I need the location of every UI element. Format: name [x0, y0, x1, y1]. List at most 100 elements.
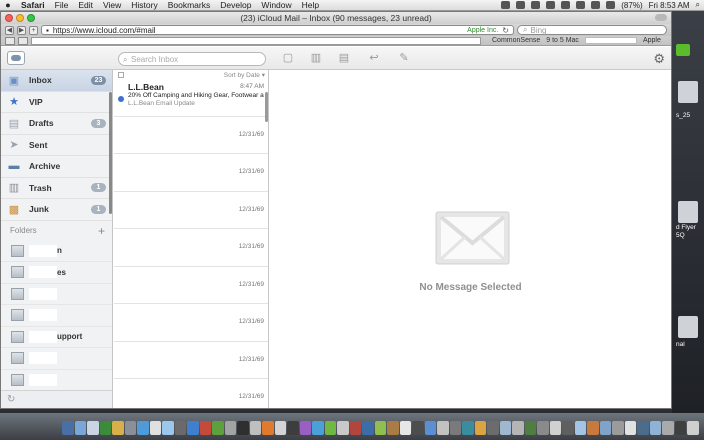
dock-app-icon[interactable]: [287, 421, 299, 435]
dock-app-icon[interactable]: [687, 421, 699, 435]
bookmark-blank[interactable]: [584, 37, 637, 44]
message-item[interactable]: 12/31/69: [114, 304, 268, 342]
mailbox-inbox[interactable]: ▣ Inbox 23: [1, 70, 112, 92]
reload-icon[interactable]: ↻: [502, 26, 509, 35]
menu-app-safari[interactable]: Safari: [16, 0, 50, 10]
message-item[interactable]: L.L.Bean 8:47 AM 20% Off Camping and Hik…: [114, 79, 268, 117]
desktop-file-icon[interactable]: [678, 81, 698, 103]
status-icon[interactable]: [516, 1, 526, 9]
select-all-checkbox[interactable]: [118, 71, 124, 78]
dock-app-icon[interactable]: [274, 421, 286, 435]
dock-app-icon[interactable]: [662, 421, 674, 435]
dock-app-icon[interactable]: [637, 421, 649, 435]
wifi-icon[interactable]: [576, 1, 586, 9]
dock-app-icon[interactable]: [474, 421, 486, 435]
dock-app-icon[interactable]: [624, 421, 636, 435]
dock-app-icon[interactable]: [424, 421, 436, 435]
dock-app-icon[interactable]: [99, 421, 111, 435]
dock-app-icon[interactable]: [312, 421, 324, 435]
dock-app-icon[interactable]: [337, 421, 349, 435]
gear-icon[interactable]: ⚙: [653, 51, 665, 67]
mailbox-sent[interactable]: ➤ Sent: [1, 135, 112, 156]
mail-search-input[interactable]: ⌕ Search Inbox: [118, 52, 266, 66]
top-sites-icon[interactable]: [18, 36, 28, 45]
dock-app-icon[interactable]: [499, 421, 511, 435]
dock-app-icon[interactable]: [187, 421, 199, 435]
mailbox-junk[interactable]: ▩ Junk 1: [1, 199, 112, 221]
dock-app-icon[interactable]: [549, 421, 561, 435]
menu-file[interactable]: File: [50, 0, 74, 10]
compose-icon[interactable]: ✎: [398, 52, 410, 64]
status-icon[interactable]: [501, 1, 511, 9]
dock-app-icon[interactable]: [62, 421, 74, 435]
desktop-file-icon[interactable]: [678, 201, 698, 223]
menu-edit[interactable]: Edit: [73, 0, 98, 10]
dock-app-icon[interactable]: [587, 421, 599, 435]
battery-icon[interactable]: [606, 1, 616, 9]
desktop-app-icon[interactable]: [676, 44, 690, 56]
folder-item[interactable]: [1, 348, 112, 370]
dock-app-icon[interactable]: [399, 421, 411, 435]
dock-app-icon[interactable]: [199, 421, 211, 435]
dock-app-icon[interactable]: [237, 421, 249, 435]
folder-item[interactable]: es: [1, 262, 112, 284]
zoom-button[interactable]: [27, 14, 35, 22]
menu-view[interactable]: View: [98, 0, 126, 10]
reading-list-icon[interactable]: [5, 36, 15, 45]
move-to-folder-icon[interactable]: ▢: [282, 52, 294, 64]
dock-app-icon[interactable]: [87, 421, 99, 435]
dock-app-icon[interactable]: [674, 421, 686, 435]
menu-help[interactable]: Help: [297, 0, 324, 10]
message-item[interactable]: 12/31/69: [114, 192, 268, 229]
dock-app-icon[interactable]: [437, 421, 449, 435]
dock-app-icon[interactable]: [562, 421, 574, 435]
dock-app-icon[interactable]: [174, 421, 186, 435]
dock-app-icon[interactable]: [137, 421, 149, 435]
url-text[interactable]: https://www.icloud.com/#mail: [53, 26, 463, 35]
close-button[interactable]: [5, 14, 13, 22]
volume-icon[interactable]: [591, 1, 601, 9]
forward-button[interactable]: ▶: [17, 25, 26, 35]
address-bar[interactable]: ▪ https://www.icloud.com/#mail Apple Inc…: [41, 25, 514, 35]
toolbar-toggle-button[interactable]: [655, 14, 667, 21]
dock-app-icon[interactable]: [487, 421, 499, 435]
add-bookmark-button[interactable]: +: [29, 25, 38, 35]
message-item[interactable]: 12/31/69: [114, 154, 268, 192]
dock-app-icon[interactable]: [537, 421, 549, 435]
mailbox-drafts[interactable]: ▤ Drafts 3: [1, 113, 112, 135]
sidebar-scrollbar[interactable]: [109, 92, 112, 214]
sort-menu[interactable]: Sort by Date ▾: [224, 71, 265, 79]
reply-icon[interactable]: ↩: [368, 52, 380, 64]
dock-app-icon[interactable]: [212, 421, 224, 435]
spotlight-icon[interactable]: ⌕: [696, 0, 700, 10]
dock-app-icon[interactable]: [324, 421, 336, 435]
desktop-file-icon[interactable]: [678, 316, 698, 338]
dock-app-icon[interactable]: [449, 421, 461, 435]
title-bar[interactable]: (23) iCloud Mail – Inbox (90 messages, 2…: [1, 12, 671, 24]
dock-app-icon[interactable]: [262, 421, 274, 435]
message-item[interactable]: 12/31/69: [114, 342, 268, 379]
dock-app-icon[interactable]: [299, 421, 311, 435]
mailbox-archive[interactable]: ▬ Archive: [1, 156, 112, 178]
dock-app-icon[interactable]: [412, 421, 424, 435]
dock-app-icon[interactable]: [249, 421, 261, 435]
icloud-home-button[interactable]: [7, 51, 25, 65]
status-icon[interactable]: [531, 1, 541, 9]
mailbox-trash[interactable]: ▥ Trash 1: [1, 178, 112, 199]
bookmark-commonsense[interactable]: CommonSense: [492, 37, 540, 44]
dock-app-icon[interactable]: [612, 421, 624, 435]
message-list-scrollbar[interactable]: [265, 92, 268, 122]
menu-history[interactable]: History: [126, 0, 162, 10]
dock-app-icon[interactable]: [649, 421, 661, 435]
folder-item[interactable]: [1, 284, 112, 305]
dock-app-icon[interactable]: [599, 421, 611, 435]
folder-item[interactable]: n: [1, 241, 112, 262]
dock-app-icon[interactable]: [224, 421, 236, 435]
mailbox-vip[interactable]: ★ VIP: [1, 92, 112, 113]
apple-menu-icon[interactable]: ●: [0, 0, 16, 10]
menu-bookmarks[interactable]: Bookmarks: [163, 0, 216, 10]
dock-app-icon[interactable]: [149, 421, 161, 435]
dock-app-icon[interactable]: [112, 421, 124, 435]
folder-item[interactable]: [1, 305, 112, 327]
dock-app-icon[interactable]: [374, 421, 386, 435]
